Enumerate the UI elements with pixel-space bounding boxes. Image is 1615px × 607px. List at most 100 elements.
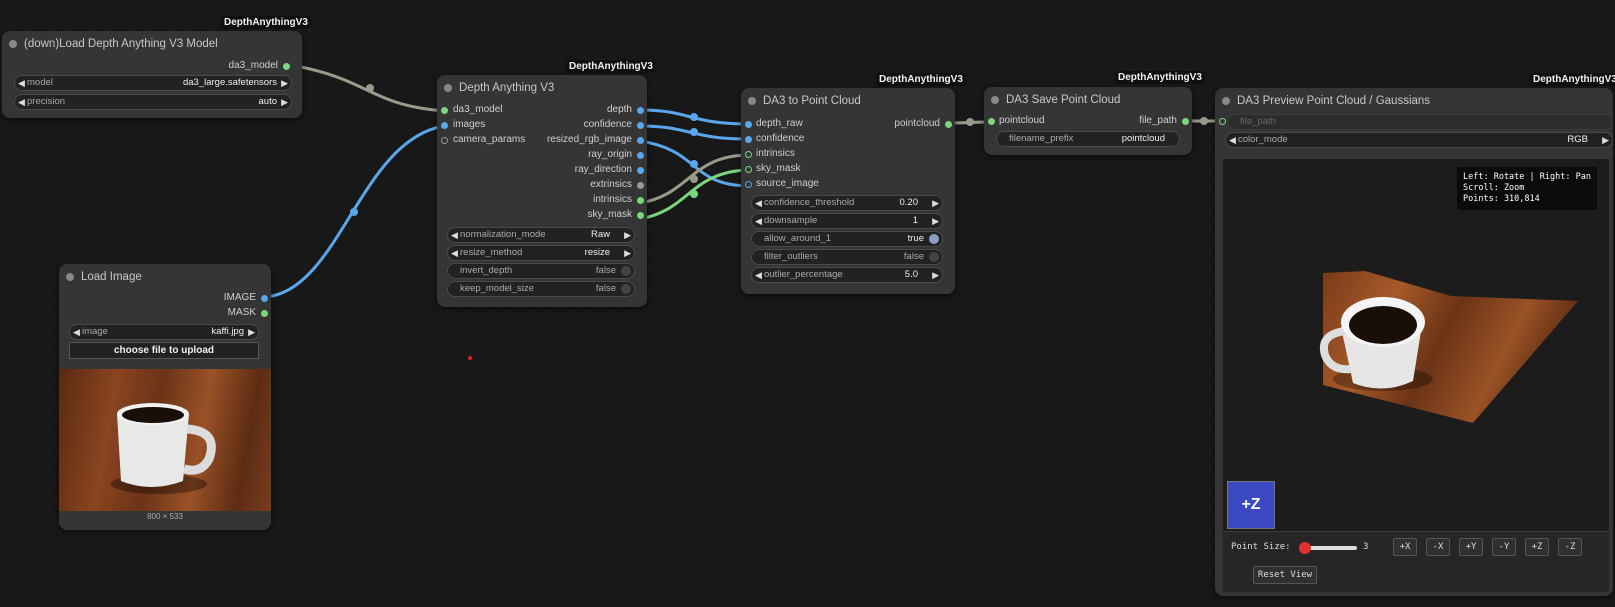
- axis-plus-y-button[interactable]: +Y: [1459, 538, 1483, 556]
- load-image-node[interactable]: Load Image IMAGE MASK ◀ image kaffi.jpg ▶ c…: [59, 264, 271, 530]
- arrow-right-icon[interactable]: ▶: [932, 268, 939, 282]
- node-title[interactable]: DA3 Save Point Cloud: [984, 87, 1192, 113]
- axis-plus-x-button[interactable]: +X: [1393, 538, 1417, 556]
- input-pin[interactable]: [441, 122, 448, 129]
- image-select[interactable]: ◀ image kaffi.jpg ▶: [69, 324, 259, 340]
- keep-model-size-toggle[interactable]: keep_model_size false: [447, 281, 635, 297]
- arrow-right-icon[interactable]: ▶: [248, 325, 255, 339]
- arrow-left-icon[interactable]: ◀: [451, 246, 458, 260]
- arrow-right-icon[interactable]: ▶: [281, 95, 288, 109]
- input-pin[interactable]: [745, 151, 752, 158]
- link-intrinsics: [639, 153, 749, 205]
- arrow-left-icon[interactable]: ◀: [18, 76, 25, 90]
- resize-method-select[interactable]: ◀ resize_method resize ▶: [447, 245, 635, 261]
- link-depth-to-depthraw: [639, 108, 749, 126]
- node-badge: DepthAnythingV3: [876, 73, 966, 86]
- toggle-knob[interactable]: [929, 234, 939, 244]
- input-pin[interactable]: [745, 121, 752, 128]
- output-pin[interactable]: [945, 121, 952, 128]
- arrow-left-icon[interactable]: ◀: [755, 268, 762, 282]
- normalization-mode-select[interactable]: ◀ normalization_mode Raw ▶: [447, 227, 635, 243]
- allow-around-toggle[interactable]: allow_around_1 true: [751, 231, 943, 247]
- orientation-cube[interactable]: +Z: [1227, 481, 1275, 529]
- depth-anything-node[interactable]: Depth Anything V3 da3_model images camer…: [437, 75, 647, 307]
- output-pin[interactable]: [637, 197, 644, 204]
- output-pin[interactable]: [283, 63, 290, 70]
- toggle-knob[interactable]: [621, 266, 631, 276]
- output-depth: depth: [606, 104, 632, 115]
- input-pin[interactable]: [441, 137, 448, 144]
- precision-select[interactable]: ◀ precision auto ▶: [14, 94, 292, 110]
- filter-outliers-toggle[interactable]: filter_outliers false: [751, 249, 943, 265]
- arrow-right-icon[interactable]: ▶: [624, 228, 631, 242]
- point-size-slider[interactable]: [1299, 542, 1357, 554]
- arrow-right-icon[interactable]: ▶: [624, 246, 631, 260]
- axis-plus-z-button[interactable]: +Z: [1525, 538, 1549, 556]
- input-pin[interactable]: [745, 181, 752, 188]
- arrow-right-icon[interactable]: ▶: [932, 196, 939, 210]
- output-pin[interactable]: [637, 122, 644, 129]
- invert-depth-toggle[interactable]: invert_depth false: [447, 263, 635, 279]
- model-select[interactable]: ◀ model da3_large.safetensors ▶: [14, 75, 292, 91]
- output-pin[interactable]: [637, 152, 644, 159]
- axis-minus-y-button[interactable]: -Y: [1492, 538, 1516, 556]
- output-pin[interactable]: [261, 310, 268, 317]
- node-title[interactable]: DA3 Preview Point Cloud / Gaussians: [1215, 88, 1613, 114]
- axis-minus-z-button[interactable]: -Z: [1558, 538, 1582, 556]
- reset-view-button[interactable]: Reset View: [1253, 566, 1317, 584]
- output-pin[interactable]: [1182, 118, 1189, 125]
- downsample-stepper[interactable]: ◀ downsample 1 ▶: [751, 213, 943, 229]
- file-path-input[interactable]: file_path: [1227, 114, 1613, 130]
- toggle-knob[interactable]: [621, 284, 631, 294]
- link-skymask: [639, 168, 749, 221]
- save-point-cloud-node[interactable]: DA3 Save Point Cloud pointcloud file_pat…: [984, 87, 1192, 155]
- node-badge: DepthAnythingV3: [566, 60, 656, 73]
- output-pin[interactable]: [637, 212, 644, 219]
- input-pin[interactable]: [745, 166, 752, 173]
- node-title[interactable]: Load Image: [59, 264, 271, 290]
- point-cloud-viewer[interactable]: Left: Rotate | Right: Pan Scroll: Zoom P…: [1223, 159, 1609, 592]
- output-pin[interactable]: [637, 107, 644, 114]
- preview-node[interactable]: DA3 Preview Point Cloud / Gaussians file…: [1215, 88, 1613, 596]
- input-pin[interactable]: [441, 107, 448, 114]
- node-title[interactable]: (down)Load Depth Anything V3 Model: [2, 31, 302, 57]
- to-point-cloud-node[interactable]: DA3 to Point Cloud depth_raw confidence …: [741, 88, 955, 294]
- collapse-dot-icon[interactable]: [748, 97, 756, 105]
- output-pin[interactable]: [261, 295, 268, 302]
- output-pin[interactable]: [637, 167, 644, 174]
- node-badge: DepthAnythingV3: [1530, 73, 1615, 86]
- collapse-dot-icon[interactable]: [444, 84, 452, 92]
- red-marker: [468, 356, 472, 360]
- toggle-knob[interactable]: [929, 252, 939, 262]
- output-pin[interactable]: [637, 137, 644, 144]
- arrow-right-icon[interactable]: ▶: [932, 214, 939, 228]
- input-pin[interactable]: [988, 118, 995, 125]
- slider-thumb[interactable]: [1299, 542, 1311, 554]
- color-mode-select[interactable]: ◀ color_mode RGB ▶: [1225, 132, 1613, 148]
- arrow-left-icon[interactable]: ◀: [73, 325, 80, 339]
- arrow-left-icon[interactable]: ◀: [451, 228, 458, 242]
- output-pin[interactable]: [637, 182, 644, 189]
- filename-prefix-field[interactable]: filename_prefix pointcloud: [996, 131, 1180, 147]
- choose-file-button[interactable]: choose file to upload: [69, 342, 259, 359]
- collapse-dot-icon[interactable]: [9, 40, 17, 48]
- input-pin[interactable]: [1219, 118, 1226, 125]
- confidence-threshold-slider[interactable]: ◀ confidence_threshold 0.20 ▶: [751, 195, 943, 211]
- outlier-percentage-slider[interactable]: ◀ outlier_percentage 5.0 ▶: [751, 267, 943, 283]
- arrow-left-icon[interactable]: ◀: [1229, 133, 1236, 147]
- coffee-mug-image: [111, 403, 216, 494]
- arrow-left-icon[interactable]: ◀: [755, 196, 762, 210]
- arrow-right-icon[interactable]: ▶: [281, 76, 288, 90]
- load-model-node[interactable]: (down)Load Depth Anything V3 Model da3_m…: [2, 31, 302, 118]
- arrow-left-icon[interactable]: ◀: [18, 95, 25, 109]
- output-confidence: confidence: [583, 119, 632, 130]
- collapse-dot-icon[interactable]: [1222, 97, 1230, 105]
- input-pin[interactable]: [745, 136, 752, 143]
- collapse-dot-icon[interactable]: [991, 96, 999, 104]
- collapse-dot-icon[interactable]: [66, 273, 74, 281]
- node-title[interactable]: Depth Anything V3: [437, 75, 647, 101]
- arrow-right-icon[interactable]: ▶: [1602, 133, 1609, 147]
- arrow-left-icon[interactable]: ◀: [755, 214, 762, 228]
- axis-minus-x-button[interactable]: -X: [1426, 538, 1450, 556]
- node-title[interactable]: DA3 to Point Cloud: [741, 88, 955, 114]
